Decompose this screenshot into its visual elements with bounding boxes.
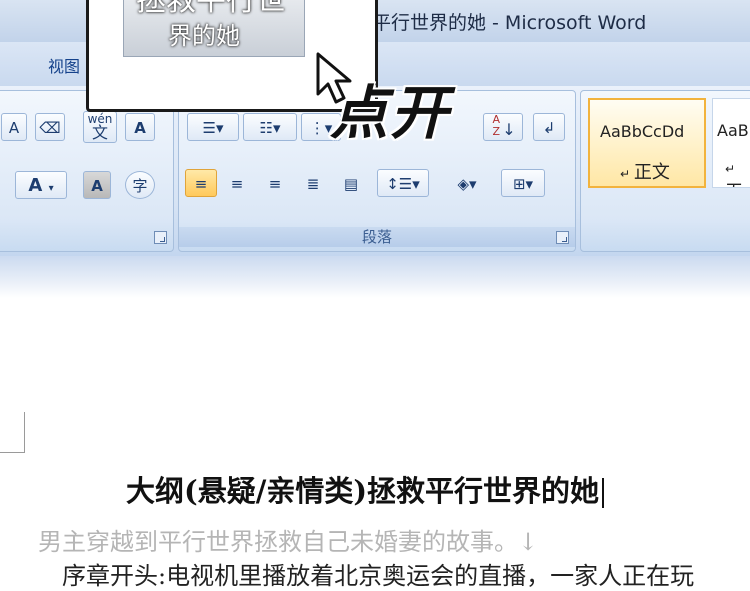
- grow-font-label: A: [8, 119, 20, 137]
- document-title-text: 大纲(悬疑/亲情类)拯救平行世界的她: [126, 474, 600, 508]
- char-border-label: A: [134, 119, 146, 137]
- borders-button[interactable]: ⊞▾: [501, 169, 545, 197]
- align-left-icon: ≡: [194, 175, 208, 193]
- paragraph-mark-icon: ↵: [620, 167, 634, 181]
- ribbon-shadow: [0, 256, 750, 298]
- show-marks-button[interactable]: ↲: [533, 113, 565, 141]
- align-center-button[interactable]: ≡: [221, 169, 253, 197]
- style-name: 无: [725, 182, 743, 187]
- multilevel-list-icon: ⋮▾: [309, 119, 333, 137]
- justify-button[interactable]: ≣: [297, 169, 329, 197]
- paragraph-group-label: 段落: [179, 227, 575, 247]
- borders-icon: ⊞▾: [512, 175, 534, 193]
- distributed-button[interactable]: ▤: [335, 169, 367, 197]
- clear-format-button[interactable]: ⌫: [35, 113, 65, 141]
- justify-icon: ≣: [306, 175, 320, 193]
- line-spacing-icon: ↕☰▾: [386, 175, 420, 193]
- distributed-icon: ▤: [343, 175, 359, 193]
- bullets-button[interactable]: ☰▾: [187, 113, 239, 141]
- paint-bucket-icon: ◈▾: [457, 175, 477, 193]
- enclose-char-button[interactable]: 字: [125, 171, 155, 199]
- document-line[interactable]: 男主穿越到平行世界拯救自己未婚妻的故事。↓: [38, 522, 538, 557]
- preview-thumbnail: 拯救平行世 界的她: [123, 0, 305, 57]
- char-border-button[interactable]: A: [125, 113, 155, 141]
- font-dialog-launcher[interactable]: [154, 231, 167, 244]
- numbering-icon: ☷▾: [259, 119, 281, 137]
- char-shading-button[interactable]: A: [83, 171, 111, 199]
- page-corner-mark: [0, 412, 25, 453]
- style-normal[interactable]: AaBbCcDd ↵ 正文: [588, 98, 706, 188]
- enclose-char-label: 字: [132, 177, 148, 195]
- paragraph-dialog-launcher[interactable]: [556, 231, 569, 244]
- char-shading-label: A: [91, 177, 103, 195]
- font-color-button[interactable]: A ▾: [15, 171, 67, 199]
- paragraph-mark-icon: ↵: [725, 162, 736, 176]
- window-title: 平行世界的她 - Microsoft Word: [372, 12, 647, 34]
- grow-font-button[interactable]: A: [1, 113, 27, 141]
- tab-view[interactable]: 视图: [48, 53, 80, 77]
- text-cursor: [602, 478, 605, 508]
- font-color-label: A: [28, 175, 43, 196]
- paragraph-mark-icon: ↲: [542, 119, 556, 137]
- shading-button[interactable]: ◈▾: [441, 169, 493, 197]
- eraser-icon: ⌫: [39, 119, 61, 137]
- numbering-button[interactable]: ☷▾: [243, 113, 297, 141]
- annotation-text: 点开: [328, 78, 451, 149]
- align-left-button[interactable]: ≡: [185, 169, 217, 197]
- sort-icon: A Z: [492, 113, 501, 138]
- style-sample: AaBbCcDd: [600, 122, 685, 141]
- align-right-icon: ≡: [268, 175, 282, 193]
- phonetic-char: 文: [91, 123, 108, 142]
- preview-text-bottom: 界的她: [168, 22, 240, 50]
- line-spacing-button[interactable]: ↕☰▾: [377, 169, 429, 197]
- document-title[interactable]: 大纲(悬疑/亲情类)拯救平行世界的她: [126, 468, 605, 510]
- align-center-icon: ≡: [230, 175, 244, 193]
- align-right-button[interactable]: ≡: [259, 169, 291, 197]
- chevron-down-icon: ▾: [48, 183, 54, 194]
- sort-button[interactable]: A Z ↓: [483, 113, 523, 141]
- font-group: A ⌫ wén 文 A A ▾ A 字: [0, 90, 174, 252]
- phonetic-guide-button[interactable]: wén 文: [83, 111, 117, 143]
- style-sample: AaBl: [717, 121, 750, 140]
- style-name: 正文: [633, 162, 670, 183]
- style-no-spacing[interactable]: AaBl ↵ 无: [712, 98, 750, 188]
- bullets-icon: ☰▾: [202, 119, 224, 137]
